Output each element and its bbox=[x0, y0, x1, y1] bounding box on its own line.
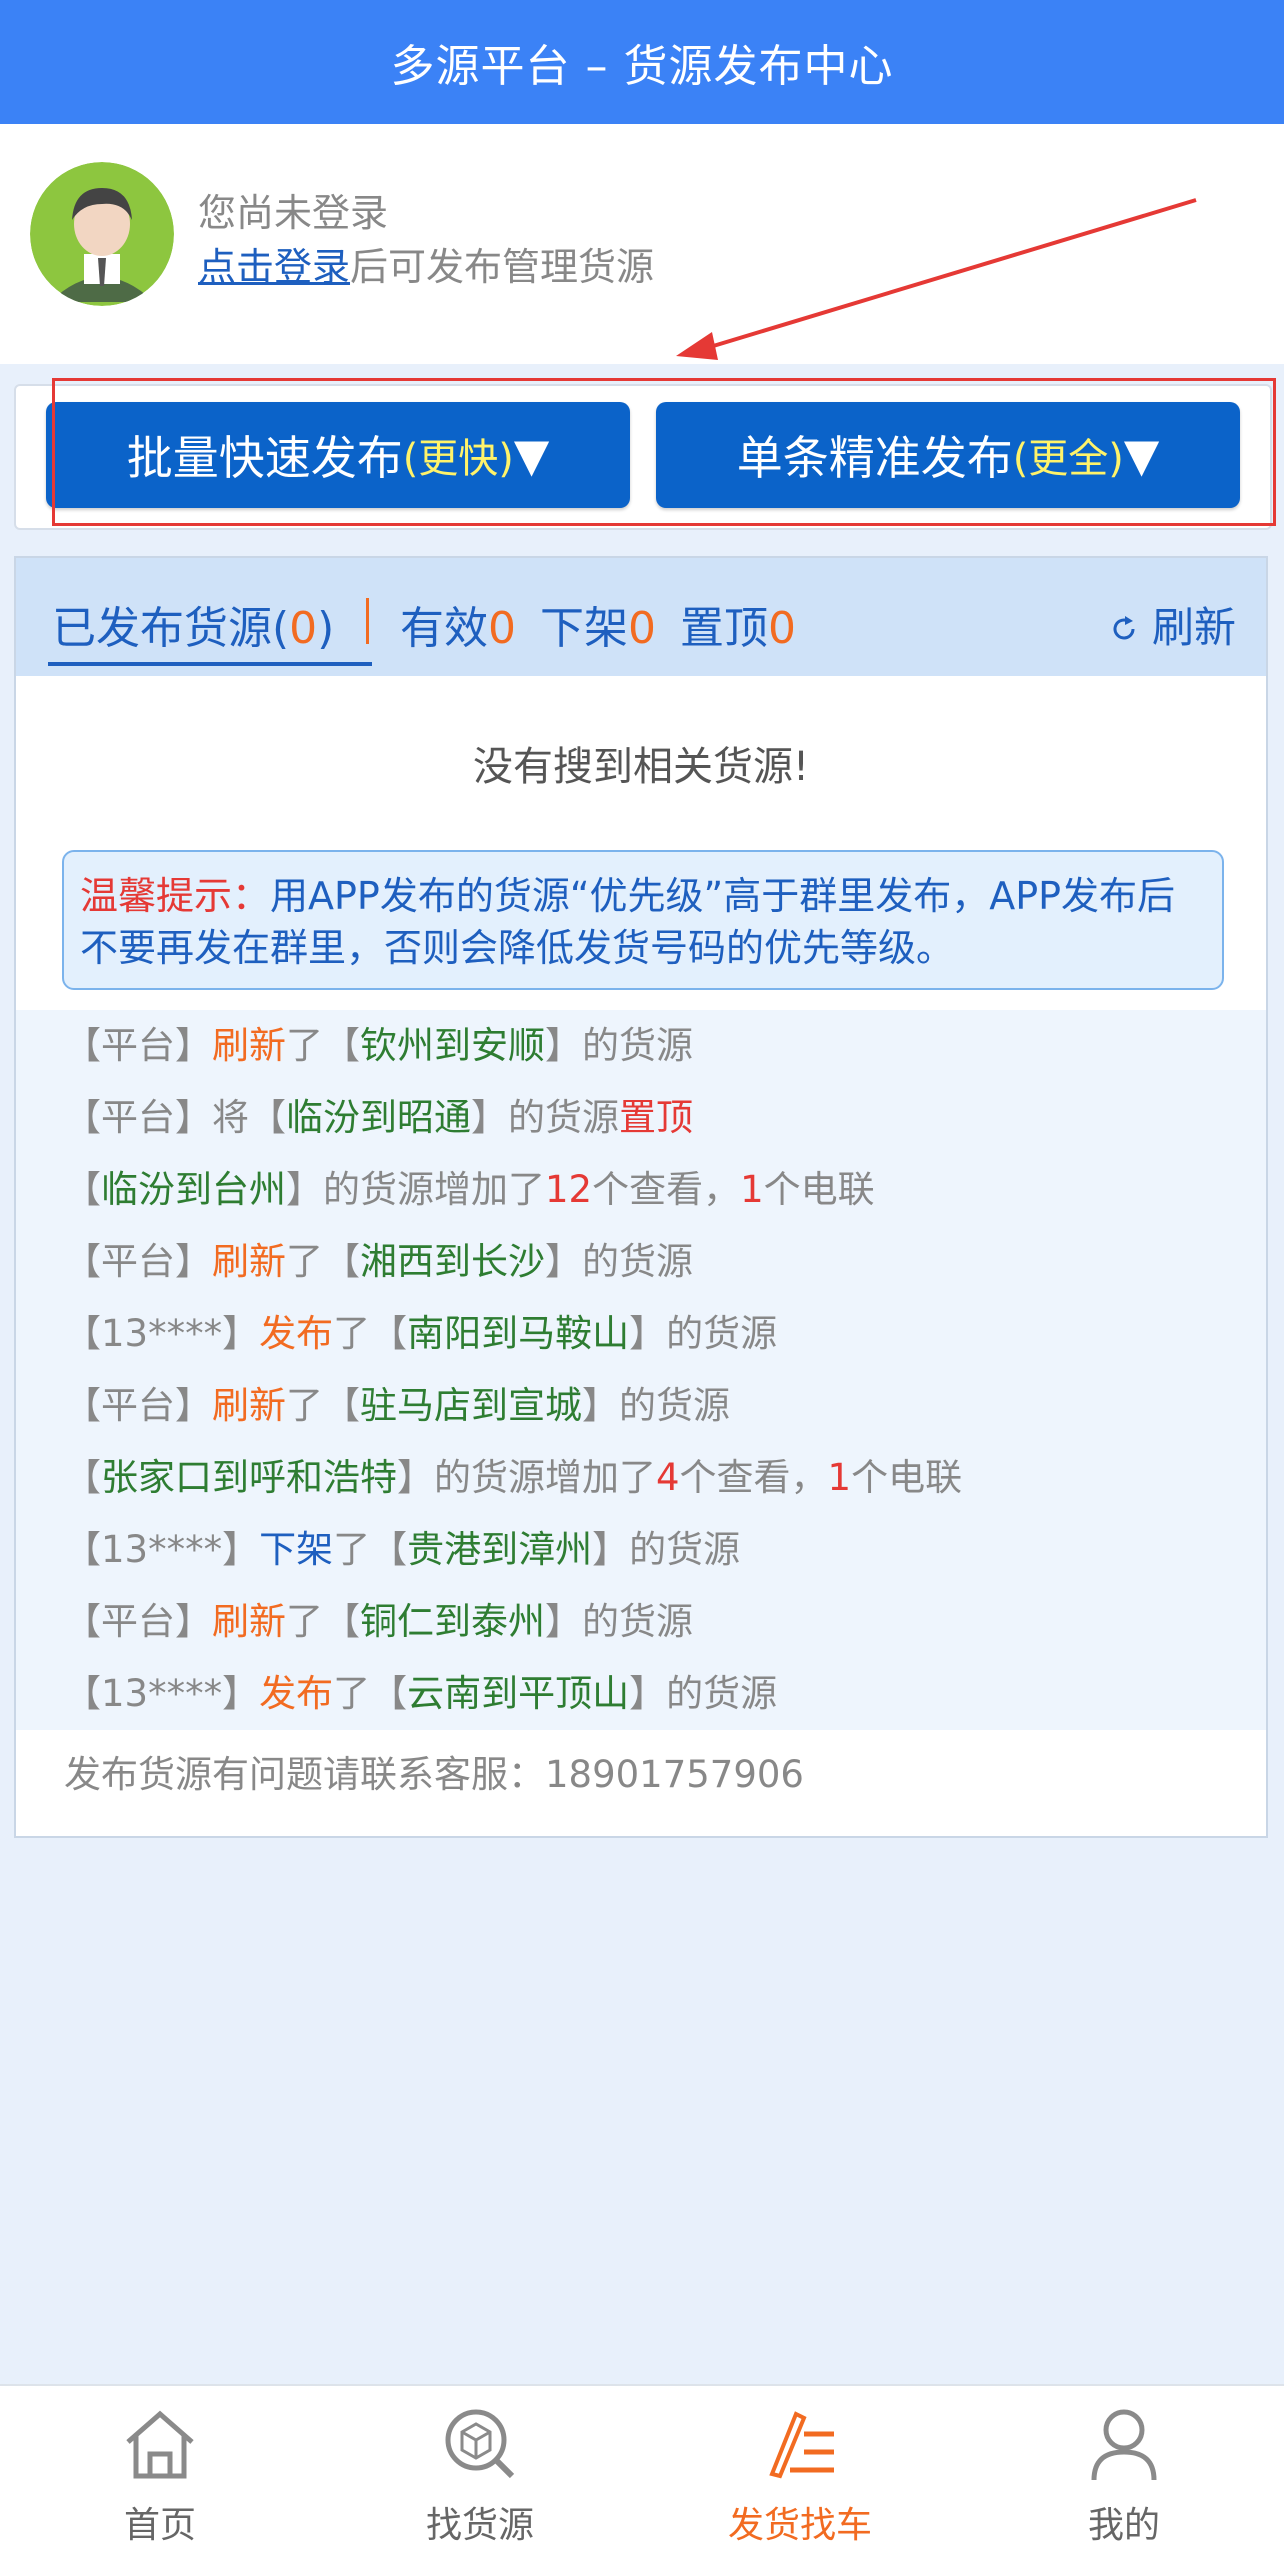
bottom-nav: 首页 找货源 发货找车 我的 bbox=[0, 2384, 1284, 2558]
highlight-box bbox=[52, 378, 1276, 526]
nav-mine[interactable]: 我的 bbox=[1024, 2404, 1224, 2548]
annotation-arrow-icon bbox=[676, 198, 1197, 360]
feed-item: 【平台】刷新了【驻马店到宣城】的货源 bbox=[64, 1384, 730, 1427]
tab-published[interactable]: 已发布货源(0) bbox=[52, 592, 334, 656]
tip-label: 温馨提示： bbox=[80, 874, 271, 918]
empty-message: 没有搜到相关货源! bbox=[472, 744, 810, 790]
feed-item: 【平台】刷新了【钦州到安顺】的货源 bbox=[64, 1024, 693, 1067]
nav-mine-label: 我的 bbox=[1087, 2505, 1160, 2546]
feed-item: 【平台】刷新了【湘西到长沙】的货源 bbox=[64, 1240, 693, 1283]
nav-ship[interactable]: 发货找车 bbox=[700, 2404, 900, 2548]
tip-box: 温馨提示：用APP发布的货源“优先级”高于群里发布，APP发布后不要再发在群里，… bbox=[62, 850, 1224, 990]
published-list-panel: 已发布货源(0) 有效0 下架0 置顶0 刷新 没有搜到相关货源! 温馨提示：用… bbox=[14, 556, 1268, 1838]
ship-icon bbox=[769, 2411, 834, 2479]
activity-feed: 【平台】刷新了【钦州到安顺】的货源 【平台】将【临汾到昭通】的货源置顶 【临汾到… bbox=[16, 1010, 1266, 1730]
feed-item: 【临汾到台州】的货源增加了12个查看，1个电联 bbox=[64, 1168, 875, 1211]
refresh-button[interactable]: 刷新 bbox=[1109, 594, 1236, 655]
refresh-icon bbox=[1113, 616, 1135, 640]
feed-item: 【13****】下架了【贵港到漳州】的货源 bbox=[64, 1528, 741, 1571]
tabs-bar: 已发布货源(0) 有效0 下架0 置顶0 刷新 bbox=[16, 558, 1266, 676]
nav-ship-label: 发货找车 bbox=[727, 2505, 872, 2546]
home-icon bbox=[126, 2410, 194, 2479]
tab-offline[interactable]: 下架0 bbox=[540, 592, 656, 656]
tab-valid[interactable]: 有效0 bbox=[400, 592, 516, 656]
feed-item: 【13****】发布了【南阳到马鞍山】的货源 bbox=[64, 1312, 778, 1355]
mine-icon bbox=[1091, 2409, 1157, 2481]
feed-item: 【张家口到呼和浩特】的货源增加了4个查看，1个电联 bbox=[64, 1456, 963, 1499]
find-goods-icon bbox=[445, 2409, 515, 2479]
nav-find-goods[interactable]: 找货源 bbox=[380, 2404, 580, 2548]
nav-find-goods-label: 找货源 bbox=[425, 2505, 534, 2546]
tab-top[interactable]: 置顶0 bbox=[680, 592, 796, 656]
nav-home-label: 首页 bbox=[123, 2505, 196, 2546]
tab-divider bbox=[366, 598, 369, 644]
tab-active-indicator bbox=[48, 662, 372, 666]
contact-info: 发布货源有问题请联系客服：18901757906 bbox=[64, 1753, 804, 1796]
feed-item: 【13****】发布了【云南到平顶山】的货源 bbox=[64, 1672, 778, 1715]
feed-item: 【平台】将【临汾到昭通】的货源置顶 bbox=[64, 1096, 693, 1139]
nav-home[interactable]: 首页 bbox=[60, 2404, 260, 2548]
refresh-label: 刷新 bbox=[1151, 603, 1236, 652]
feed-item: 【平台】刷新了【铜仁到泰州】的货源 bbox=[64, 1600, 693, 1643]
